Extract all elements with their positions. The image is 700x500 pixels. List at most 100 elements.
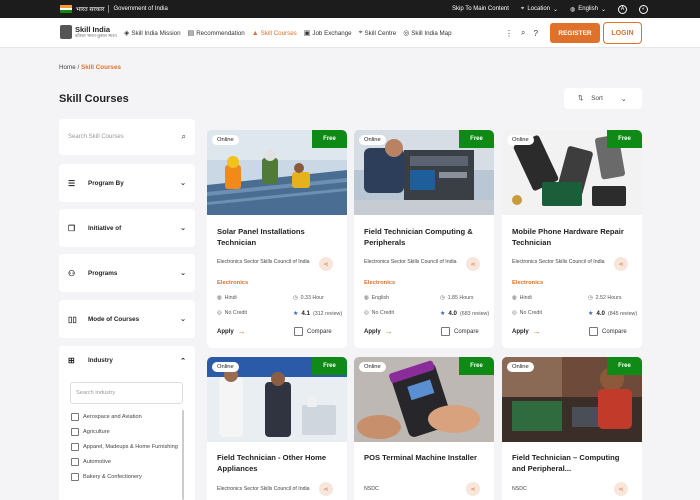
course-card[interactable]: Online Free Field Technician - Other Hom… (207, 357, 347, 500)
mode-badge: Online (359, 135, 386, 145)
sort-dropdown[interactable]: ⇅ Sort ⌄ (564, 88, 642, 109)
nav-job-exchange[interactable]: ▣ Job Exchange (304, 29, 352, 38)
apply-button[interactable]: Apply → (217, 327, 246, 336)
course-card[interactable]: Online Free Solar Panel Installations Te… (207, 130, 347, 348)
nav-skill-courses[interactable]: ▲ Skill Courses (252, 30, 297, 37)
more-options-icon[interactable]: ⋮ (505, 29, 513, 38)
apply-button[interactable]: Apply → (364, 327, 393, 336)
industry-scrollbar[interactable] (182, 410, 184, 500)
book-icon: ▯▯ (68, 314, 77, 324)
filter-label: Programs (88, 269, 118, 277)
course-card[interactable]: Online Free Field Technician – Computing… (502, 357, 642, 500)
mode-badge: Online (359, 362, 386, 372)
industry-option-label: Bakery & Confectionery (83, 474, 142, 480)
nav-skill-india-map[interactable]: ◎ Skill India Map (403, 29, 451, 38)
course-title[interactable]: Mobile Phone Hardware Repair Technician (512, 226, 632, 248)
industry-option[interactable]: Bakery & Confectionery (71, 473, 186, 481)
industry-header[interactable]: ⊞ Industry ⌃ (68, 356, 186, 365)
course-search-input[interactable]: Search Skill Courses ⌕ (59, 119, 195, 155)
credit-icon: ◎ (512, 310, 517, 316)
checkbox[interactable] (71, 428, 79, 436)
course-title[interactable]: POS Terminal Machine Installer (364, 452, 484, 463)
checkbox[interactable] (71, 443, 79, 451)
mode-badge: Online (212, 362, 239, 372)
gov-english-text: Government of India (113, 6, 168, 12)
nav-recommendation[interactable]: ▤ Recommendation (188, 29, 245, 38)
filter-industry: ⊞ Industry ⌃ Search Industry Aerospace a… (59, 346, 195, 500)
government-bar: भारत सरकार Government of India Skip To M… (0, 0, 700, 18)
chevron-down-icon: ⌄ (553, 6, 559, 13)
apply-label: Apply (512, 328, 529, 335)
globe-icon: ◍ (570, 6, 576, 13)
industry-option[interactable]: Agriculture (71, 428, 186, 436)
group-icon: ⚇ (68, 268, 76, 278)
compare-checkbox[interactable]: Compare (441, 327, 479, 336)
industry-option[interactable]: Apparel, Madeups & Home Furnishing (71, 443, 186, 451)
contrast-toggle-icon[interactable]: ◐ (639, 4, 648, 14)
industry-option-label: Aerospace and Aviation (83, 414, 142, 420)
price-badge: Free (312, 357, 347, 375)
mode-badge: Online (507, 135, 534, 145)
chevron-up-icon: ⌃ (180, 357, 186, 365)
map-icon: ◎ (403, 30, 410, 37)
compare-checkbox[interactable]: Compare (589, 327, 627, 336)
course-card[interactable]: Online Free Field Technician Computing &… (354, 130, 494, 348)
course-title[interactable]: Field Technician Computing & Peripherals (364, 226, 484, 248)
course-title[interactable]: Solar Panel Installations Technician (217, 226, 337, 248)
share-icon[interactable]: ⋖ (614, 482, 628, 496)
skip-to-main-link[interactable]: Skip To Main Content (452, 6, 509, 12)
filter-mode-of-courses[interactable]: ▯▯ Mode of Courses ⌄ (59, 300, 195, 338)
location-selector[interactable]: ⌖ Location ⌄ (521, 6, 558, 13)
course-duration: 0.33 Hour (300, 295, 324, 301)
checkbox[interactable] (294, 327, 303, 336)
apply-button[interactable]: Apply → (512, 327, 541, 336)
share-icon[interactable]: ⋖ (319, 257, 333, 271)
share-icon[interactable]: ⋖ (466, 257, 480, 271)
industry-option[interactable]: Automotive (71, 458, 186, 466)
help-icon[interactable]: ? (533, 29, 537, 38)
price-badge: Free (607, 130, 642, 148)
language-selector[interactable]: ◍ English ⌄ (570, 6, 606, 13)
text-size-button[interactable]: A (618, 4, 627, 14)
course-credit: No Credit (371, 310, 394, 316)
arrow-right-icon: → (532, 327, 541, 336)
filter-programs[interactable]: ⚇ Programs ⌄ (59, 254, 195, 292)
checkbox[interactable] (71, 458, 79, 466)
search-icon[interactable]: ⌕ (182, 132, 186, 142)
course-card[interactable]: Online Free Mobile Phone Hardware Repair… (502, 130, 642, 348)
checkbox[interactable] (589, 327, 598, 336)
checkbox[interactable] (71, 413, 79, 421)
industry-search-input[interactable]: Search Industry (70, 382, 183, 404)
compare-checkbox[interactable]: Compare (294, 327, 332, 336)
nav-label: Skill Centre (364, 29, 397, 37)
nav-skill-centre[interactable]: ⌖ Skill Centre (359, 29, 397, 37)
search-icon[interactable]: ⌕ (521, 28, 525, 38)
chevron-down-icon: ⌄ (620, 95, 627, 103)
filter-initiative-of[interactable]: ❐ Initiative of ⌄ (59, 209, 195, 247)
share-icon[interactable]: ⋖ (614, 257, 628, 271)
filter-label: Mode of Courses (88, 315, 140, 323)
clock-icon: ◷ (440, 295, 445, 301)
checkbox[interactable] (71, 473, 79, 481)
price-badge: Free (607, 357, 642, 375)
industry-option-label: Agriculture (83, 429, 110, 435)
breadcrumb-home[interactable]: Home (59, 64, 76, 71)
share-icon[interactable]: ⋖ (466, 482, 480, 496)
checkbox[interactable] (441, 327, 450, 336)
industry-list: Aerospace and Aviation Agriculture Appar… (71, 413, 186, 489)
filter-program-by[interactable]: ☰ Program By ⌄ (59, 164, 195, 202)
share-icon[interactable]: ⋖ (319, 482, 333, 496)
login-button[interactable]: LOGIN (603, 22, 642, 44)
gov-hindi-text: भारत सरकार (76, 7, 105, 13)
course-title[interactable]: Field Technician – Computing and Periphe… (512, 452, 632, 474)
star-icon: ★ (440, 311, 446, 317)
course-provider: NSDC (512, 486, 527, 492)
logo-tagline: कौशल भारत-कुशल भारत (75, 33, 117, 38)
skill-india-logo[interactable]: Skill India कौशल भारत-कुशल भारत (60, 25, 117, 39)
register-button[interactable]: REGISTER (550, 23, 600, 43)
industry-option[interactable]: Aerospace and Aviation (71, 413, 186, 421)
course-card[interactable]: Online Free POS Terminal Machine Install… (354, 357, 494, 500)
course-title[interactable]: Field Technician - Other Home Appliances (217, 452, 337, 474)
course-credit: No Credit (519, 310, 542, 316)
nav-skill-india-mission[interactable]: ◈ Skill India Mission (124, 29, 181, 38)
